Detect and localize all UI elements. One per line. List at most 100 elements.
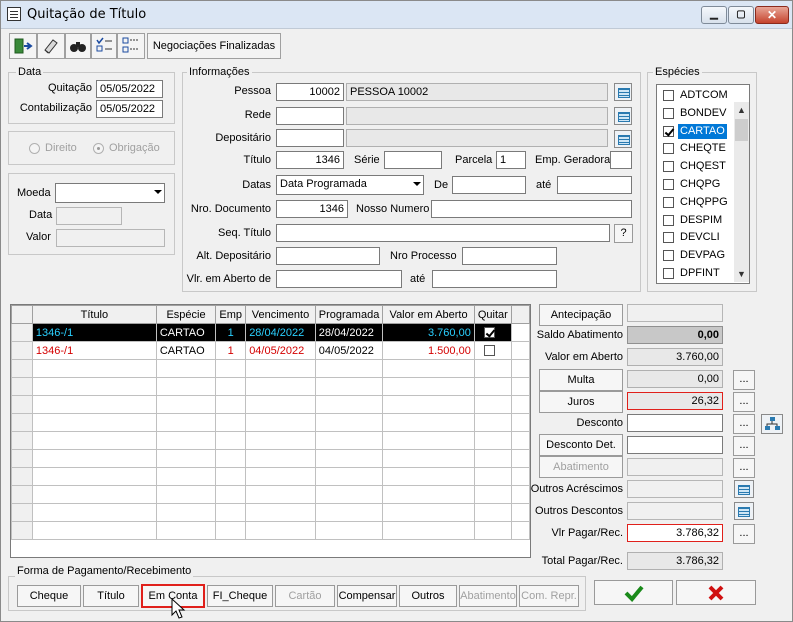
especie-checkbox[interactable]: [663, 90, 674, 101]
table-row[interactable]: [11, 467, 530, 486]
depositario-lookup-icon[interactable]: [614, 130, 632, 148]
juros-button[interactable]: Juros: [539, 391, 623, 413]
vlr-aberto-ate-input[interactable]: [432, 270, 557, 288]
vlr-pagar-input[interactable]: 3.786,32: [627, 524, 723, 542]
especie-checkbox[interactable]: [663, 107, 674, 119]
depositario-code-input[interactable]: [276, 129, 344, 147]
desconto-input[interactable]: [627, 414, 723, 432]
direito-radio[interactable]: [29, 143, 40, 154]
column-header[interactable]: Emp: [215, 305, 247, 324]
confirm-button[interactable]: [594, 580, 673, 605]
datas-select[interactable]: Data Programada: [276, 175, 424, 195]
contabilizacao-date-input[interactable]: 05/05/2022: [96, 100, 163, 118]
abatimento-details-button[interactable]: ...: [733, 458, 755, 478]
row-indicator[interactable]: [11, 431, 33, 450]
scroll-up-icon[interactable]: ▲: [734, 102, 749, 118]
cell-quitar[interactable]: [473, 431, 512, 450]
multa-details-button[interactable]: ...: [733, 370, 755, 390]
search-button[interactable]: [65, 33, 91, 59]
scroll-thumb[interactable]: [735, 119, 748, 141]
especie-checkbox[interactable]: [663, 179, 674, 190]
cancel-button[interactable]: [676, 580, 756, 605]
multa-button[interactable]: Multa: [539, 369, 623, 391]
juros-details-button[interactable]: ...: [733, 392, 755, 412]
table-row[interactable]: [11, 377, 530, 396]
scroll-down-icon[interactable]: ▼: [734, 266, 749, 282]
row-indicator[interactable]: [11, 413, 33, 432]
negociacoes-finalizadas-button[interactable]: Negociações Finalizadas: [147, 33, 281, 59]
minimize-button[interactable]: ▁: [701, 6, 727, 24]
nro-processo-input[interactable]: [462, 247, 557, 265]
table-row[interactable]: [11, 485, 530, 504]
row-indicator[interactable]: [11, 449, 33, 468]
seq-titulo-help-button[interactable]: ?: [614, 224, 633, 243]
quitar-checkbox[interactable]: [483, 345, 495, 356]
cell-quitar[interactable]: [473, 467, 512, 486]
abatimento-payment-button[interactable]: Abatimento: [459, 585, 517, 607]
row-indicator[interactable]: [11, 485, 33, 504]
uncheck-all-button[interactable]: [117, 33, 145, 59]
especie-checkbox[interactable]: [663, 196, 674, 208]
cell-quitar[interactable]: [473, 395, 512, 414]
cell-quitar[interactable]: [473, 359, 512, 378]
column-header[interactable]: Título: [31, 305, 157, 324]
check-all-button[interactable]: [91, 33, 117, 59]
com-repr-button[interactable]: Com. Repr.: [519, 585, 579, 607]
outros-descontos-lookup-icon[interactable]: [734, 502, 754, 520]
cell-quitar[interactable]: [473, 341, 512, 360]
especie-checkbox[interactable]: [663, 125, 674, 137]
seq-titulo-input[interactable]: [276, 224, 610, 242]
ate-date-input[interactable]: [557, 176, 632, 194]
row-indicator[interactable]: [11, 503, 33, 522]
cell-quitar[interactable]: [473, 413, 512, 432]
cell-quitar[interactable]: [473, 377, 512, 396]
rede-lookup-icon[interactable]: [614, 107, 632, 125]
table-row[interactable]: [11, 431, 530, 450]
row-indicator[interactable]: [11, 521, 33, 540]
table-row[interactable]: 1346-/1 CARTAO 1 04/05/2022 04/05/2022 1.500,…: [11, 341, 530, 360]
quitar-checkbox[interactable]: [483, 327, 495, 338]
column-header[interactable]: Valor em Aberto: [382, 305, 475, 324]
table-row[interactable]: [11, 359, 530, 378]
especies-scrollbar[interactable]: ▲ ▼: [734, 102, 749, 282]
row-indicator[interactable]: [11, 359, 33, 378]
especie-checkbox[interactable]: [663, 268, 674, 279]
cheque-button[interactable]: Cheque: [17, 585, 81, 607]
table-row[interactable]: [11, 503, 530, 522]
quitacao-date-input[interactable]: 05/05/2022: [96, 80, 163, 98]
especie-checkbox[interactable]: [663, 214, 674, 226]
cell-quitar[interactable]: [473, 323, 512, 342]
table-row[interactable]: [11, 521, 530, 540]
especie-checkbox[interactable]: [663, 143, 674, 155]
table-row[interactable]: [11, 395, 530, 414]
vlr-pagar-details-button[interactable]: ...: [733, 524, 755, 544]
serie-input[interactable]: [384, 151, 442, 169]
emp-geradora-input[interactable]: [610, 151, 632, 169]
table-row[interactable]: 1346-/1 CARTAO 1 28/04/2022 28/04/2022 3.760,…: [11, 323, 530, 342]
outros-acrescimos-lookup-icon[interactable]: [734, 480, 754, 498]
cell-quitar[interactable]: [473, 449, 512, 468]
cell-quitar[interactable]: [473, 521, 512, 540]
fi-cheque-button[interactable]: FI_Cheque: [207, 585, 273, 607]
row-indicator[interactable]: [11, 323, 33, 342]
column-header[interactable]: Espécie: [155, 305, 217, 324]
antecipacao-button[interactable]: Antecipação: [539, 304, 623, 326]
maximize-button[interactable]: ▢: [728, 6, 754, 24]
especie-checkbox[interactable]: [663, 232, 674, 244]
moeda-select[interactable]: [55, 183, 165, 203]
obrigacao-radio[interactable]: [93, 143, 104, 154]
column-header[interactable]: Quitar: [473, 305, 512, 324]
especie-checkbox[interactable]: [663, 161, 674, 173]
cell-quitar[interactable]: [473, 503, 512, 522]
moeda-valor-input[interactable]: [56, 229, 165, 247]
compensar-button[interactable]: Compensar: [337, 585, 397, 607]
especie-checkbox[interactable]: [663, 250, 674, 262]
tree-icon[interactable]: [761, 414, 783, 434]
row-indicator[interactable]: [11, 467, 33, 486]
pessoa-code-input[interactable]: 10002: [276, 83, 344, 101]
rede-code-input[interactable]: [276, 107, 344, 125]
desconto-det-details-button[interactable]: ...: [733, 436, 755, 456]
cell-quitar[interactable]: [473, 485, 512, 504]
close-button[interactable]: ✕: [755, 6, 789, 24]
row-indicator[interactable]: [11, 377, 33, 396]
